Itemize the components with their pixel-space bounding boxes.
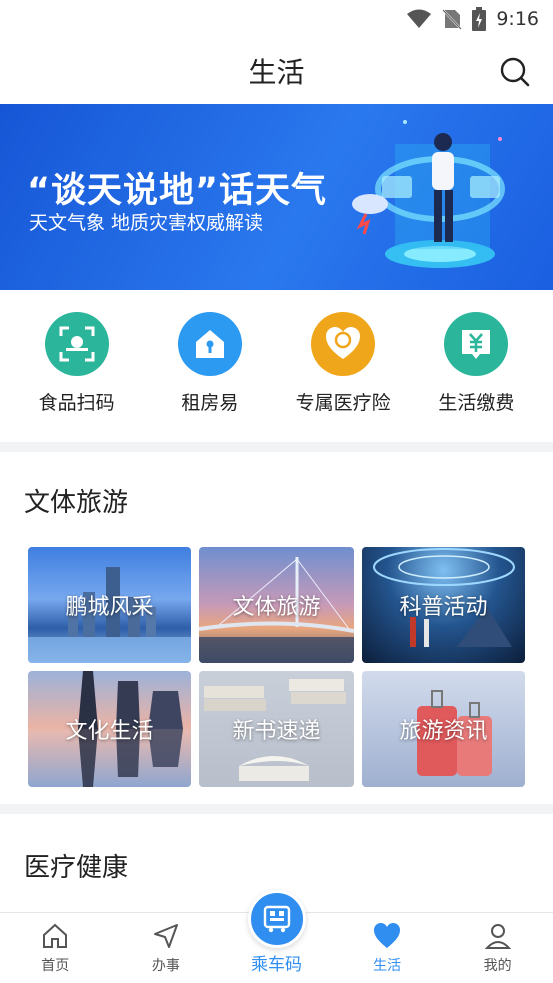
tile-label: 旅游资讯 [399, 719, 488, 744]
section-title: 文体旅游 [24, 488, 129, 518]
app-header: 生活 [0, 38, 553, 104]
banner-headline: “谈天说地”话天气 [27, 171, 328, 211]
tile-label: 科普活动 [399, 595, 488, 620]
tile-label: 新书速递 [232, 719, 321, 744]
scan-icon [44, 312, 109, 376]
tab-label: 办事 [151, 958, 180, 974]
yuan-icon [444, 312, 509, 376]
section-title: 医疗健康 [24, 853, 129, 883]
tab-label: 我的 [483, 958, 512, 974]
no-sim-icon [442, 9, 463, 30]
user-icon [484, 924, 511, 949]
shortcut-utility-payment[interactable]: 生活缴费 [416, 312, 536, 442]
heart-icon [374, 923, 401, 948]
search-icon[interactable] [499, 56, 531, 88]
heart-shield-icon [311, 312, 376, 376]
tab-services[interactable]: 办事 [111, 913, 222, 983]
tile-label: 文体旅游 [232, 595, 321, 620]
ride-code-button[interactable] [248, 890, 306, 948]
tab-label: 生活 [373, 958, 402, 974]
culture-travel-section: 文体旅游 鹏城风采 文体旅游 科普活动 文化生活 新书速递 旅游资讯 [0, 452, 553, 804]
clock: 9:16 [496, 8, 539, 30]
tile-label: 鹏城风采 [65, 595, 154, 620]
shortcut-rental[interactable]: 租房易 [150, 312, 270, 442]
wifi-icon [407, 9, 432, 28]
home-icon [43, 923, 68, 948]
shortcut-label: 生活缴费 [438, 392, 515, 414]
tab-home[interactable]: 首页 [0, 913, 111, 983]
shortcut-label: 食品扫码 [38, 392, 115, 414]
send-icon [153, 924, 178, 948]
tab-mine[interactable]: 我的 [442, 913, 553, 983]
tab-life[interactable]: 生活 [332, 913, 443, 983]
tab-label: 乘车码 [250, 955, 302, 975]
shortcut-medical-insurance[interactable]: 专属医疗险 [283, 312, 403, 442]
bus-qr-icon [263, 905, 291, 933]
shortcut-label: 租房易 [181, 392, 239, 414]
tab-label: 首页 [41, 958, 70, 974]
house-icon [177, 312, 242, 376]
shortcut-row: 食品扫码 租房易 专属医疗险 生活缴费 [0, 290, 553, 442]
culture-tile-grid: 鹏城风采 文体旅游 科普活动 文化生活 新书速递 旅游资讯 [28, 547, 526, 787]
tile-cultural-life[interactable]: 文化生活 [28, 671, 191, 787]
tile-culture-sports[interactable]: 文体旅游 [199, 547, 354, 663]
page-title: 生活 [248, 56, 305, 89]
tile-label: 文化生活 [65, 719, 154, 744]
tile-travel-news[interactable]: 旅游资讯 [362, 671, 525, 787]
banner-subtitle: 天文气象 地质灾害权威解读 [29, 212, 264, 234]
status-bar: 9:16 [0, 0, 553, 38]
tile-new-books[interactable]: 新书速递 [199, 671, 354, 787]
tile-city-views[interactable]: 鹏城风采 [28, 547, 191, 663]
shortcut-food-scan[interactable]: 食品扫码 [17, 312, 137, 442]
tile-science-events[interactable]: 科普活动 [362, 547, 525, 663]
battery-charging-icon [472, 7, 487, 31]
weather-banner[interactable]: “谈天说地”话天气 天文气象 地质灾害权威解读 [0, 104, 553, 290]
shortcut-label: 专属医疗险 [295, 392, 391, 414]
